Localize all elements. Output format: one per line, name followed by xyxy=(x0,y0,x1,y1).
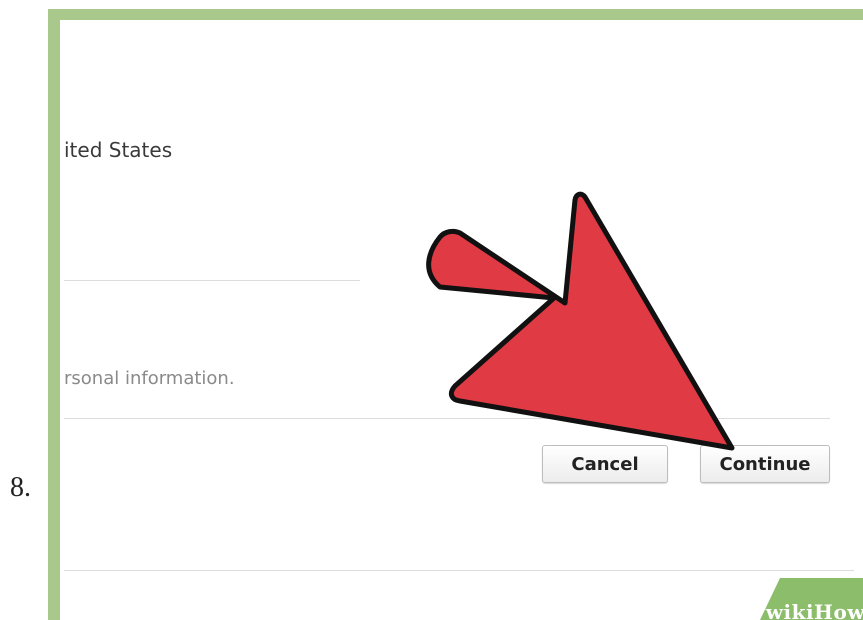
step-number: 8. xyxy=(10,472,31,503)
dialog-panel: ited States rsonal information. Cancel C… xyxy=(60,20,863,620)
red-arrow-icon xyxy=(426,191,735,451)
